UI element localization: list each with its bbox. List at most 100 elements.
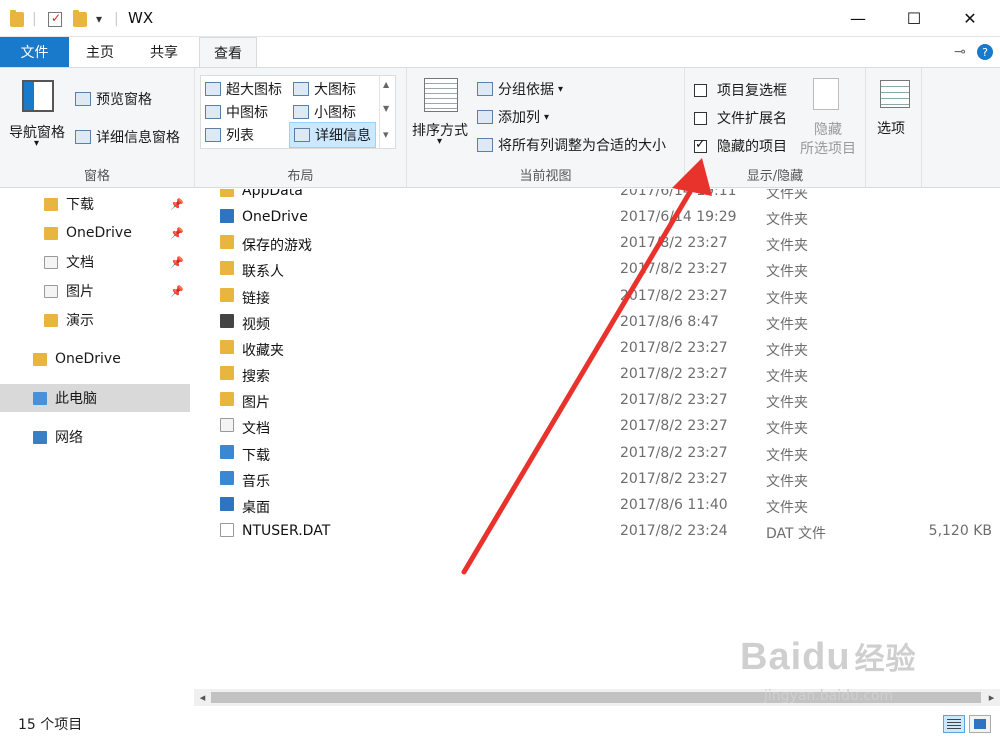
file-date: 2017/8/6 11:40 [620, 497, 728, 513]
qa-customize-dropdown[interactable]: ▾ [96, 9, 102, 29]
layout-list[interactable]: 列表 [205, 125, 254, 145]
pin-icon[interactable]: 📌 [170, 285, 184, 298]
nav-item-documents[interactable]: 文档 📌 [0, 248, 190, 276]
size-all-columns-button[interactable]: 将所有列调整为合适的大小 [477, 135, 666, 155]
maximize-button[interactable]: ☐ [886, 0, 942, 36]
file-row[interactable]: 联系人 2017/8/2 23:27 文件夹 [194, 257, 1000, 283]
file-date: 2017/8/2 23:27 [620, 288, 728, 304]
file-date: 2017/6/14 19:11 [620, 189, 737, 199]
layout-small-icons[interactable]: 小图标 [293, 102, 356, 122]
layout-details[interactable]: 详细信息 [289, 122, 376, 148]
nav-item-onedrive[interactable]: OneDrive [0, 345, 190, 373]
pin-icon[interactable]: 📌 [170, 198, 184, 211]
nav-item-onedrive-quick[interactable]: OneDrive 📌 [0, 219, 190, 247]
add-columns-button[interactable]: 添加列 ▾ [477, 107, 549, 127]
layout-medium-icons[interactable]: 中图标 [205, 102, 268, 122]
group-by-icon [477, 82, 493, 96]
file-name: 视频 [242, 317, 270, 333]
file-row[interactable]: NTUSER.DAT 2017/8/2 23:24 DAT 文件 5,120 K… [194, 519, 1000, 545]
gallery-scroll-up[interactable]: ▲ [383, 80, 389, 89]
gallery-more[interactable]: ▾ [383, 128, 389, 141]
nav-item-this-pc[interactable]: 此电脑 [0, 384, 190, 412]
file-date: 2017/6/14 19:29 [620, 209, 737, 225]
properties-icon: ✓ [48, 11, 62, 27]
hide-selected-items-button[interactable]: 隐藏 所选项目 [793, 76, 863, 157]
file-row[interactable]: 下载 2017/8/2 23:27 文件夹 [194, 441, 1000, 467]
nav-item-network[interactable]: 网络 [0, 423, 190, 451]
tab-view[interactable]: 查看 [199, 37, 257, 68]
quick-access-properties[interactable]: ✓ [48, 9, 62, 29]
quick-access-folder[interactable] [10, 9, 24, 29]
chevron-down-icon: ▾ [34, 138, 40, 149]
large-icons-view-button[interactable] [969, 715, 991, 733]
file-row[interactable]: 文档 2017/8/2 23:27 文件夹 [194, 414, 1000, 440]
layout-large-icons[interactable]: 大图标 [293, 79, 356, 99]
help-button[interactable]: ? [972, 37, 998, 67]
file-row[interactable]: 桌面 2017/8/6 11:40 文件夹 [194, 493, 1000, 519]
preview-pane-label: 预览窗格 [96, 92, 152, 108]
tab-file[interactable]: 文件 [0, 37, 69, 67]
file-date: 2017/8/2 23:27 [620, 445, 728, 461]
file-extensions-label: 文件扩展名 [717, 111, 787, 127]
details-pane-button[interactable]: 详细信息窗格 [75, 127, 180, 147]
options-button[interactable]: 选项 [872, 80, 918, 137]
pin-icon[interactable]: 📌 [170, 256, 184, 269]
file-type: 文件夹 [766, 421, 808, 437]
chevron-down-icon: ▾ [437, 136, 443, 147]
file-row[interactable]: AppData 2017/6/14 19:11 文件夹 [194, 189, 1000, 205]
details-pane-icon [75, 130, 91, 144]
file-row[interactable]: 图片 2017/8/2 23:27 文件夹 [194, 388, 1000, 414]
close-button[interactable]: ✕ [942, 0, 998, 36]
file-type: 文件夹 [766, 369, 808, 385]
file-list: AppData 2017/6/14 19:11 文件夹 OneDrive 201… [194, 189, 1000, 689]
title-bar: | ✓ ▾ | WX — ☐ ✕ [0, 0, 1000, 37]
size-columns-icon [477, 138, 493, 152]
item-checkboxes-toggle[interactable]: 项目复选框 [694, 80, 787, 100]
file-row[interactable]: 收藏夹 2017/8/2 23:27 文件夹 [194, 336, 1000, 362]
chevron-down-icon: ▾ [558, 83, 564, 95]
file-row[interactable]: 搜索 2017/8/2 23:27 文件夹 [194, 362, 1000, 388]
file-name: 链接 [242, 291, 270, 307]
file-row[interactable]: 视频 2017/8/6 8:47 文件夹 [194, 310, 1000, 336]
hide-selected-icon [813, 78, 839, 110]
item-checkboxes-checkbox[interactable] [694, 83, 707, 97]
hidden-items-checkbox[interactable] [694, 137, 707, 153]
list-icon [205, 128, 221, 142]
preview-pane-icon [75, 92, 91, 106]
file-extensions-toggle[interactable]: 文件扩展名 [694, 108, 787, 128]
file-row[interactable]: OneDrive 2017/6/14 19:29 文件夹 [194, 205, 1000, 231]
nav-item-label: 此电脑 [55, 391, 97, 407]
tab-home[interactable]: 主页 [72, 37, 128, 67]
music-icon [220, 471, 234, 485]
nav-item-pictures[interactable]: 图片 📌 [0, 277, 190, 305]
hidden-items-toggle[interactable]: 隐藏的项目 [694, 136, 787, 156]
watermark: Baidu 经验 jingyan.baidu.com [740, 630, 990, 710]
layout-label: 详细信息 [315, 128, 371, 144]
scroll-left-button[interactable]: ◂ [194, 689, 211, 706]
file-row[interactable]: 链接 2017/8/2 23:27 文件夹 [194, 284, 1000, 310]
tab-share[interactable]: 共享 [136, 37, 192, 67]
navigation-pane-button[interactable]: 导航窗格 ▾ [6, 74, 70, 158]
nav-item-demo[interactable]: 演示 [0, 306, 190, 334]
gallery-scroll-down[interactable]: ▼ [383, 104, 389, 113]
pictures-icon [220, 392, 234, 406]
file-type: 文件夹 [766, 474, 808, 490]
preview-pane-button[interactable]: 预览窗格 [75, 89, 152, 109]
details-view-icon [947, 719, 961, 729]
sort-by-button[interactable]: 排序方式 ▾ [410, 76, 472, 156]
file-row[interactable]: 音乐 2017/8/2 23:27 文件夹 [194, 467, 1000, 493]
nav-item-downloads[interactable]: 下载 📌 [0, 190, 190, 218]
large-icons-view-icon [974, 719, 986, 729]
details-pane-label: 详细信息窗格 [96, 130, 180, 146]
file-row[interactable]: 保存的游戏 2017/8/2 23:27 文件夹 [194, 231, 1000, 257]
group-by-button[interactable]: 分组依据 ▾ [477, 79, 563, 99]
details-view-button[interactable] [943, 715, 965, 733]
layout-extra-large-icons[interactable]: 超大图标 [205, 79, 282, 99]
pin-icon[interactable]: 📌 [170, 227, 184, 240]
ribbon-pin-button[interactable]: ⊸ [948, 37, 972, 67]
file-type: 文件夹 [766, 212, 808, 228]
quick-access-new-folder[interactable] [73, 9, 87, 29]
add-columns-icon [477, 110, 493, 124]
file-extensions-checkbox[interactable] [694, 111, 707, 125]
minimize-button[interactable]: — [830, 0, 886, 36]
